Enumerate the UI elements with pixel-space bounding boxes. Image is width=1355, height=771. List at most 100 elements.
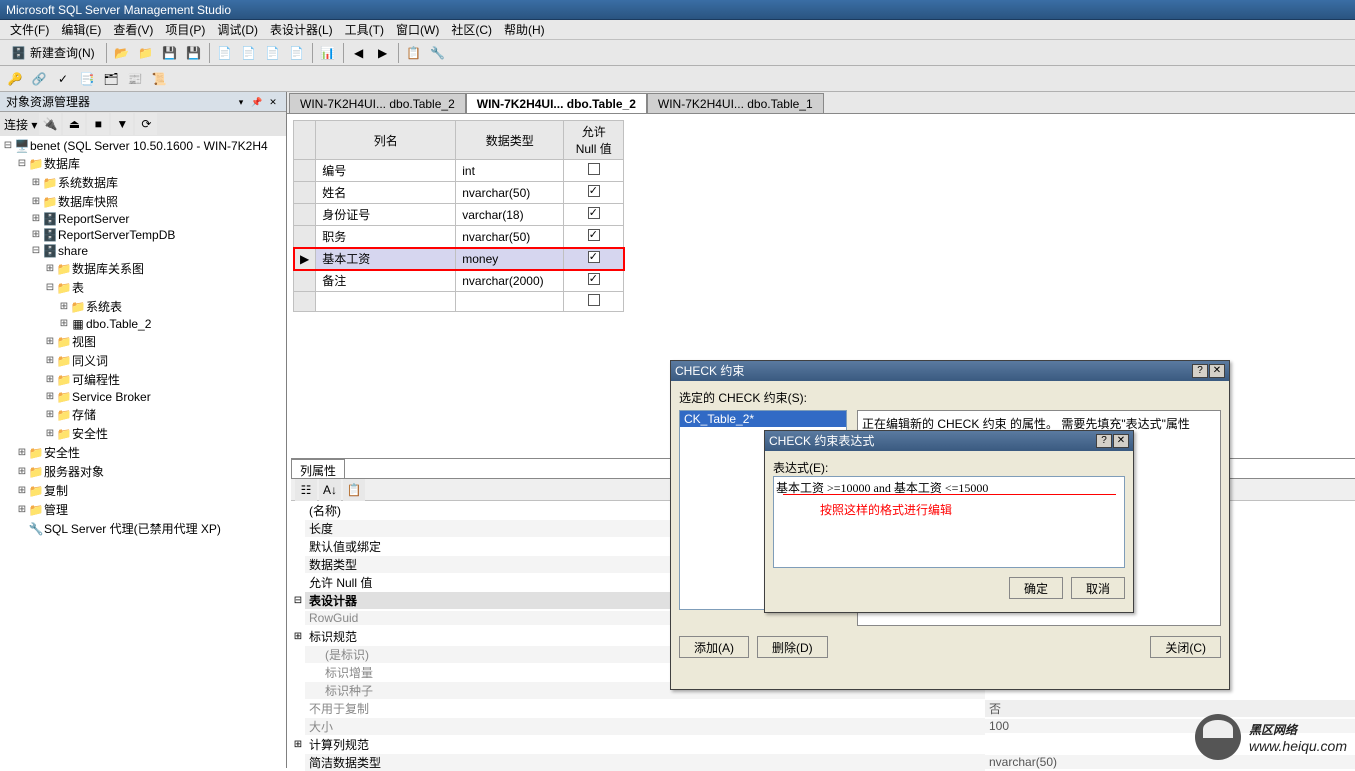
expand-icon[interactable]: ⊞ [58, 301, 70, 313]
expand-icon[interactable]: ⊞ [44, 355, 56, 367]
prop-computed[interactable]: 计算列规范 [305, 736, 985, 753]
check-icon[interactable]: ✓ [52, 68, 74, 90]
expand-icon[interactable]: ⊞ [16, 485, 28, 497]
replication-node[interactable]: 复制 [44, 482, 68, 499]
activity-icon[interactable]: 📊 [317, 42, 339, 64]
expand-icon[interactable]: ⊟ [44, 282, 56, 294]
expand-icon[interactable]: ⊞ [30, 177, 42, 189]
alphabetical-icon[interactable]: A↓ [319, 479, 341, 501]
column-props-tab[interactable]: 列属性 [291, 459, 345, 478]
refresh-icon[interactable]: ⟳ [135, 113, 157, 135]
reportservertemp-node[interactable]: ReportServerTempDB [58, 228, 175, 242]
nav-fwd-icon[interactable]: ▶ [372, 42, 394, 64]
tab-table2-a[interactable]: WIN-7K2H4UI... dbo.Table_2 [289, 93, 466, 113]
storage-node[interactable]: 存储 [72, 406, 96, 423]
key-icon[interactable]: 🔑 [4, 68, 26, 90]
share-node[interactable]: share [58, 244, 88, 258]
null-checkbox[interactable] [588, 273, 600, 285]
databases-node[interactable]: 数据库 [44, 155, 80, 172]
diagrams-node[interactable]: 数据库关系图 [72, 260, 144, 277]
expand-icon[interactable]: ⊞ [44, 336, 56, 348]
design-grid[interactable]: 列名 数据类型 允许 Null 值 编号 int 姓名 nvarchar(50)… [293, 120, 624, 312]
null-checkbox[interactable] [588, 185, 600, 197]
server-node[interactable]: benet (SQL Server 10.50.1600 - WIN-7K2H4 [30, 139, 268, 153]
filter-icon[interactable]: ▼ [111, 113, 133, 135]
menu-edit[interactable]: 编辑(E) [55, 21, 107, 38]
menu-view[interactable]: 查看(V) [107, 21, 159, 38]
object-tree[interactable]: ⊟🖥️benet (SQL Server 10.50.1600 - WIN-7K… [0, 136, 286, 768]
expand-icon[interactable]: ⊟ [16, 158, 28, 170]
expand-icon[interactable]: ⊞ [30, 229, 42, 241]
help-icon[interactable]: ? [1096, 434, 1112, 448]
null-checkbox[interactable] [588, 229, 600, 241]
expand-icon[interactable]: ⊞ [44, 409, 56, 421]
properties-icon[interactable]: 🔧 [427, 42, 449, 64]
menu-help[interactable]: 帮助(H) [498, 21, 551, 38]
views-node[interactable]: 视图 [72, 333, 96, 350]
menu-community[interactable]: 社区(C) [445, 21, 498, 38]
script-icon[interactable]: 📄 [214, 42, 236, 64]
dbo-table2-node[interactable]: dbo.Table_2 [86, 317, 151, 331]
tab-table2-b[interactable]: WIN-7K2H4UI... dbo.Table_2 [466, 93, 647, 113]
servicebroker-node[interactable]: Service Broker [72, 390, 151, 404]
script-gen-icon[interactable]: 📜 [148, 68, 170, 90]
xml-icon[interactable]: 🗂 [100, 68, 122, 90]
panel-dropdown-icon[interactable]: ▾ [234, 95, 248, 109]
script4-icon[interactable]: 📄 [286, 42, 308, 64]
help-icon[interactable]: ? [1192, 364, 1208, 378]
system-tables-node[interactable]: 系统表 [86, 298, 122, 315]
close-icon[interactable]: ✕ [1209, 364, 1225, 378]
reportserver-node[interactable]: ReportServer [58, 212, 129, 226]
expand-icon[interactable]: ⊞ [30, 196, 42, 208]
open-icon[interactable]: 📂 [111, 42, 133, 64]
expand-icon[interactable]: ⊟ [291, 595, 305, 606]
panel-pin-icon[interactable]: 📌 [250, 95, 264, 109]
tables-node[interactable]: 表 [72, 279, 84, 296]
expand-icon[interactable]: ⊞ [44, 263, 56, 275]
relation-icon[interactable]: 🔗 [28, 68, 50, 90]
programmability-node[interactable]: 可编程性 [72, 371, 120, 388]
expand-icon[interactable]: ⊞ [291, 631, 305, 642]
ok-button[interactable]: 确定 [1009, 577, 1063, 599]
management-node[interactable]: 管理 [44, 501, 68, 518]
null-checkbox[interactable] [588, 207, 600, 219]
connect-icon[interactable]: 🔌 [39, 113, 61, 135]
menu-file[interactable]: 文件(F) [4, 21, 55, 38]
save-all-icon[interactable]: 💾 [183, 42, 205, 64]
folder-icon[interactable]: 📁 [135, 42, 157, 64]
close-icon[interactable]: ✕ [1113, 434, 1129, 448]
expand-icon[interactable]: ⊟ [2, 140, 14, 152]
list-icon[interactable]: 📋 [403, 42, 425, 64]
expand-icon[interactable]: ⊞ [44, 428, 56, 440]
panel-close-icon[interactable]: ✕ [266, 95, 280, 109]
categorized-icon[interactable]: ☷ [295, 479, 317, 501]
new-query-button[interactable]: 🗄️新建查询(N) [4, 42, 102, 64]
props-icon[interactable]: 📋 [343, 479, 365, 501]
table-row[interactable]: 备注 nvarchar(2000) [294, 270, 624, 292]
table-row[interactable]: 姓名 nvarchar(50) [294, 182, 624, 204]
expand-icon[interactable]: ⊞ [30, 213, 42, 225]
menu-debug[interactable]: 调试(D) [211, 21, 264, 38]
col-header-null[interactable]: 允许 Null 值 [564, 121, 624, 160]
expand-icon[interactable]: ⊞ [44, 374, 56, 386]
sql-agent-node[interactable]: SQL Server 代理(已禁用代理 XP) [44, 520, 221, 537]
expand-icon[interactable]: ⊞ [58, 318, 70, 330]
check-dialog-titlebar[interactable]: CHECK 约束 ?✕ [671, 361, 1229, 381]
null-checkbox[interactable] [588, 294, 600, 306]
disconnect-icon[interactable]: ⏏ [63, 113, 85, 135]
expand-icon[interactable]: ⊞ [16, 504, 28, 516]
nav-back-icon[interactable]: ◀ [348, 42, 370, 64]
expression-input[interactable] [773, 476, 1125, 568]
expand-icon[interactable]: ⊞ [291, 739, 305, 750]
system-db-node[interactable]: 系统数据库 [58, 174, 118, 191]
security-node[interactable]: 安全性 [44, 444, 80, 461]
table-row[interactable]: 职务 nvarchar(50) [294, 226, 624, 248]
index-icon[interactable]: 📑 [76, 68, 98, 90]
stop-icon[interactable]: ■ [87, 113, 109, 135]
connect-button[interactable]: 连接 ▾ [4, 116, 37, 133]
table-row[interactable]: ▶ 基本工资 money [294, 248, 624, 270]
snapshots-node[interactable]: 数据库快照 [58, 193, 118, 210]
expand-icon[interactable]: ⊞ [44, 391, 56, 403]
empty-row[interactable] [294, 292, 624, 312]
menu-designer[interactable]: 表设计器(L) [264, 21, 339, 38]
